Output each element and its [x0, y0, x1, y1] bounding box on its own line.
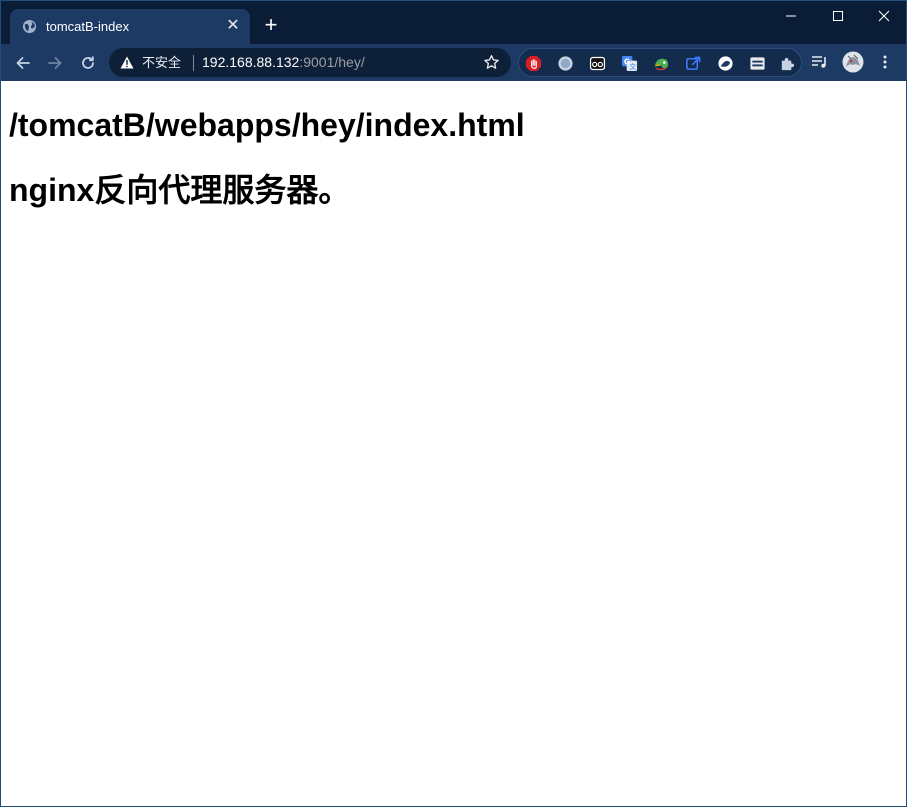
arrow-right-icon [48, 57, 62, 69]
browser-toolbar: 不安全 192.168.88.132:9001/hey/ G 文 [1, 44, 906, 81]
menu-button[interactable] [875, 52, 895, 72]
arrow-left-icon [16, 57, 30, 69]
extensions-group: G 文 [518, 48, 802, 77]
heading-nginx: nginx反向代理服务器。 [9, 172, 351, 208]
maximize-button[interactable] [815, 1, 861, 31]
url-text[interactable]: 192.168.88.132:9001/hey/ [202, 54, 365, 71]
list-box-icon[interactable] [749, 55, 766, 72]
globe-icon [22, 19, 37, 34]
minimize-button[interactable] [768, 1, 814, 31]
owl-icon[interactable] [589, 55, 606, 72]
stop-hand-icon[interactable] [525, 55, 542, 72]
profile-button[interactable] [841, 50, 865, 74]
forward-button[interactable] [43, 51, 67, 75]
tab-active[interactable]: tomcatB-index ✕ [10, 9, 250, 44]
new-tab-button[interactable]: + [261, 14, 281, 36]
url-host: 192.168.88.132 [202, 54, 300, 70]
title-bar: tomcatB-index ✕ + [1, 1, 906, 44]
security-status-label[interactable]: 不安全 [142, 55, 181, 70]
playlist-icon [812, 56, 826, 68]
reading-list-button[interactable] [810, 52, 830, 72]
puzzle-icon[interactable] [779, 55, 796, 72]
reload-button[interactable] [76, 51, 100, 75]
more-vertical-icon [883, 55, 887, 69]
close-icon [878, 10, 890, 22]
address-bar[interactable]: 不安全 192.168.88.132:9001/hey/ [109, 48, 511, 77]
translate-icon[interactable]: G 文 [621, 55, 638, 72]
circle-icon[interactable] [557, 55, 574, 72]
page-content: /tomcatB/webapps/hey/index.html nginx反向代… [1, 82, 906, 806]
address-divider [193, 55, 194, 71]
chameleon-icon[interactable] [653, 55, 670, 72]
theme-icon[interactable] [717, 55, 734, 72]
warning-icon [120, 56, 134, 69]
window-close-button[interactable] [861, 1, 906, 31]
back-button[interactable] [11, 51, 35, 75]
reload-icon [82, 56, 94, 69]
tab-title: tomcatB-index [46, 19, 130, 34]
link-icon[interactable] [685, 55, 702, 72]
svg-text:文: 文 [630, 62, 637, 71]
browser-window: tomcatB-index ✕ + 不安全 192.168.88.132:900… [0, 0, 907, 807]
heading-path: /tomcatB/webapps/hey/index.html [9, 107, 525, 143]
maximize-icon [833, 11, 843, 21]
minimize-icon [786, 15, 796, 17]
url-path: :9001/hey/ [299, 54, 365, 70]
avatar [842, 51, 864, 73]
close-tab-icon[interactable]: ✕ [225, 18, 241, 34]
bookmark-star-icon[interactable] [483, 54, 500, 71]
